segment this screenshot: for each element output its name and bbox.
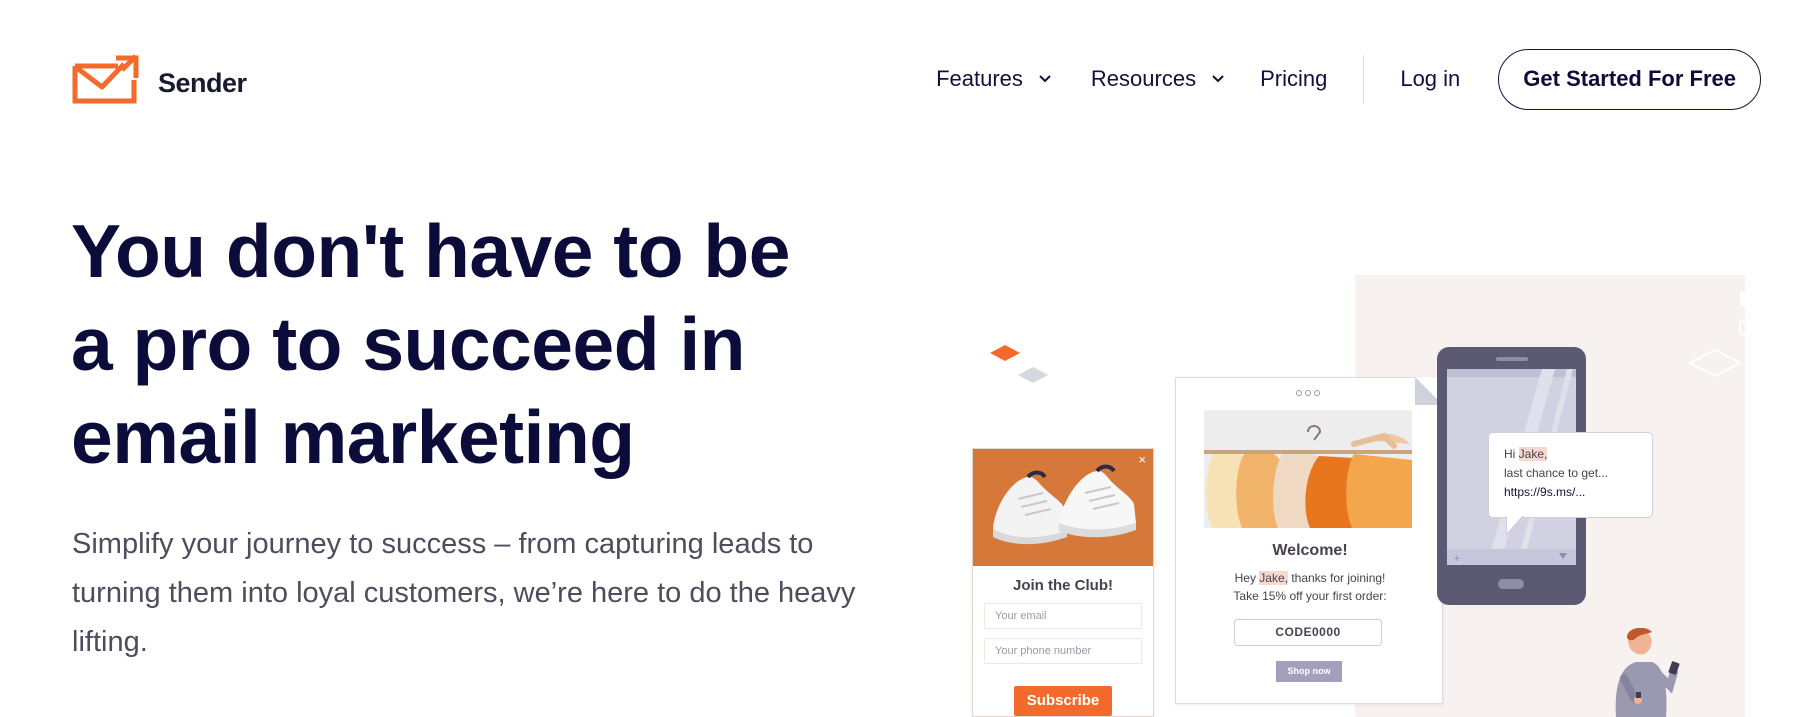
hero-subtitle-line: turning them into loyal customers, we’re… xyxy=(72,577,856,609)
nav-resources[interactable]: Resources xyxy=(1091,66,1226,92)
nav-resources-label: Resources xyxy=(1090,66,1197,91)
email-title: Welcome! xyxy=(1272,542,1348,559)
chevron-down-icon xyxy=(1212,75,1224,83)
sms-bubble-tail-fill xyxy=(1507,515,1523,533)
diamond-decoration-icon xyxy=(990,345,1048,383)
get-started-button[interactable]: Get Started For Free xyxy=(1498,48,1761,110)
sms-greeting-name: Jake, xyxy=(1518,447,1548,461)
hero-subtitle-line: lifting. xyxy=(72,626,148,658)
hero-illustration: × Join the Club! Your email Your phone n… xyxy=(960,270,1760,717)
signup-popup-card: × Join the Club! Your email Your phone n… xyxy=(972,448,1154,717)
brand-name: Sender xyxy=(158,67,247,98)
hero-subtitle: Simplify your journey to success – from … xyxy=(72,520,932,667)
email-greeting-suffix: thanks for joining! xyxy=(1287,571,1386,585)
main-nav: Features Resources Pricing Log in Get St… xyxy=(936,48,1761,110)
email-greeting-name: Jake, xyxy=(1259,571,1288,585)
sms-greeting: Hi Jake, xyxy=(1504,445,1637,464)
nav-features[interactable]: Features xyxy=(936,66,1053,92)
email-offer-text: Take 15% off your first order: xyxy=(1233,589,1387,603)
popup-title: Join the Club! xyxy=(1013,577,1113,594)
sneakers-icon xyxy=(993,464,1136,545)
phone-home-button xyxy=(1498,579,1524,589)
email-greeting-prefix: Hey xyxy=(1234,571,1260,585)
login-link[interactable]: Log in xyxy=(1400,66,1460,92)
login-label: Log in xyxy=(1400,66,1461,91)
sms-bubble: Hi Jake, last chance to get... https://9… xyxy=(1488,432,1653,518)
window-dots-icon xyxy=(1296,390,1320,396)
nav-divider xyxy=(1363,55,1365,103)
discount-code: CODE0000 xyxy=(1234,619,1382,646)
subscribe-button[interactable]: Subscribe xyxy=(1014,686,1112,716)
envelope-logo-icon xyxy=(72,54,139,104)
chevron-down-icon xyxy=(1039,75,1051,83)
hero-title-line: a pro to succeed in xyxy=(71,302,746,386)
sms-greeting-prefix: Hi xyxy=(1504,447,1519,461)
svg-text:+: + xyxy=(1453,554,1461,564)
person-with-phone-icon xyxy=(1615,628,1680,717)
phone-speaker xyxy=(1496,357,1528,361)
hangers-icon xyxy=(1204,410,1412,528)
nav-pricing-label: Pricing xyxy=(1260,66,1328,91)
hero-title-line: email marketing xyxy=(71,395,635,479)
sms-link[interactable]: https://9s.ms/... xyxy=(1504,483,1637,502)
hero-title: You don't have to be a pro to succeed in… xyxy=(71,205,911,484)
hero-subtitle-line: Simplify your journey to success – from … xyxy=(72,528,814,560)
clothes-rack-image xyxy=(1204,410,1412,528)
welcome-email-card: Welcome! Hey Jake, thanks for joining! T… xyxy=(1175,377,1443,704)
popup-phone-field[interactable]: Your phone number xyxy=(984,638,1142,664)
diamond-outline-decoration-icon xyxy=(1687,290,1750,378)
shop-now-button[interactable]: Shop now xyxy=(1276,661,1342,682)
email-greeting: Hey Jake, thanks for joining! xyxy=(1176,571,1444,585)
popup-email-field[interactable]: Your email xyxy=(984,603,1142,629)
brand-logo[interactable]: Sender xyxy=(72,52,247,104)
sneakers-image: × xyxy=(973,449,1153,566)
nav-features-label: Features xyxy=(936,66,1023,91)
sms-text: last chance to get... xyxy=(1504,466,1609,480)
site-header: Sender Features Resources Pricing Log in… xyxy=(0,0,1819,160)
close-icon[interactable]: × xyxy=(1138,452,1146,467)
nav-pricing[interactable]: Pricing xyxy=(1260,66,1327,92)
hero-title-line: You don't have to be xyxy=(71,209,790,293)
